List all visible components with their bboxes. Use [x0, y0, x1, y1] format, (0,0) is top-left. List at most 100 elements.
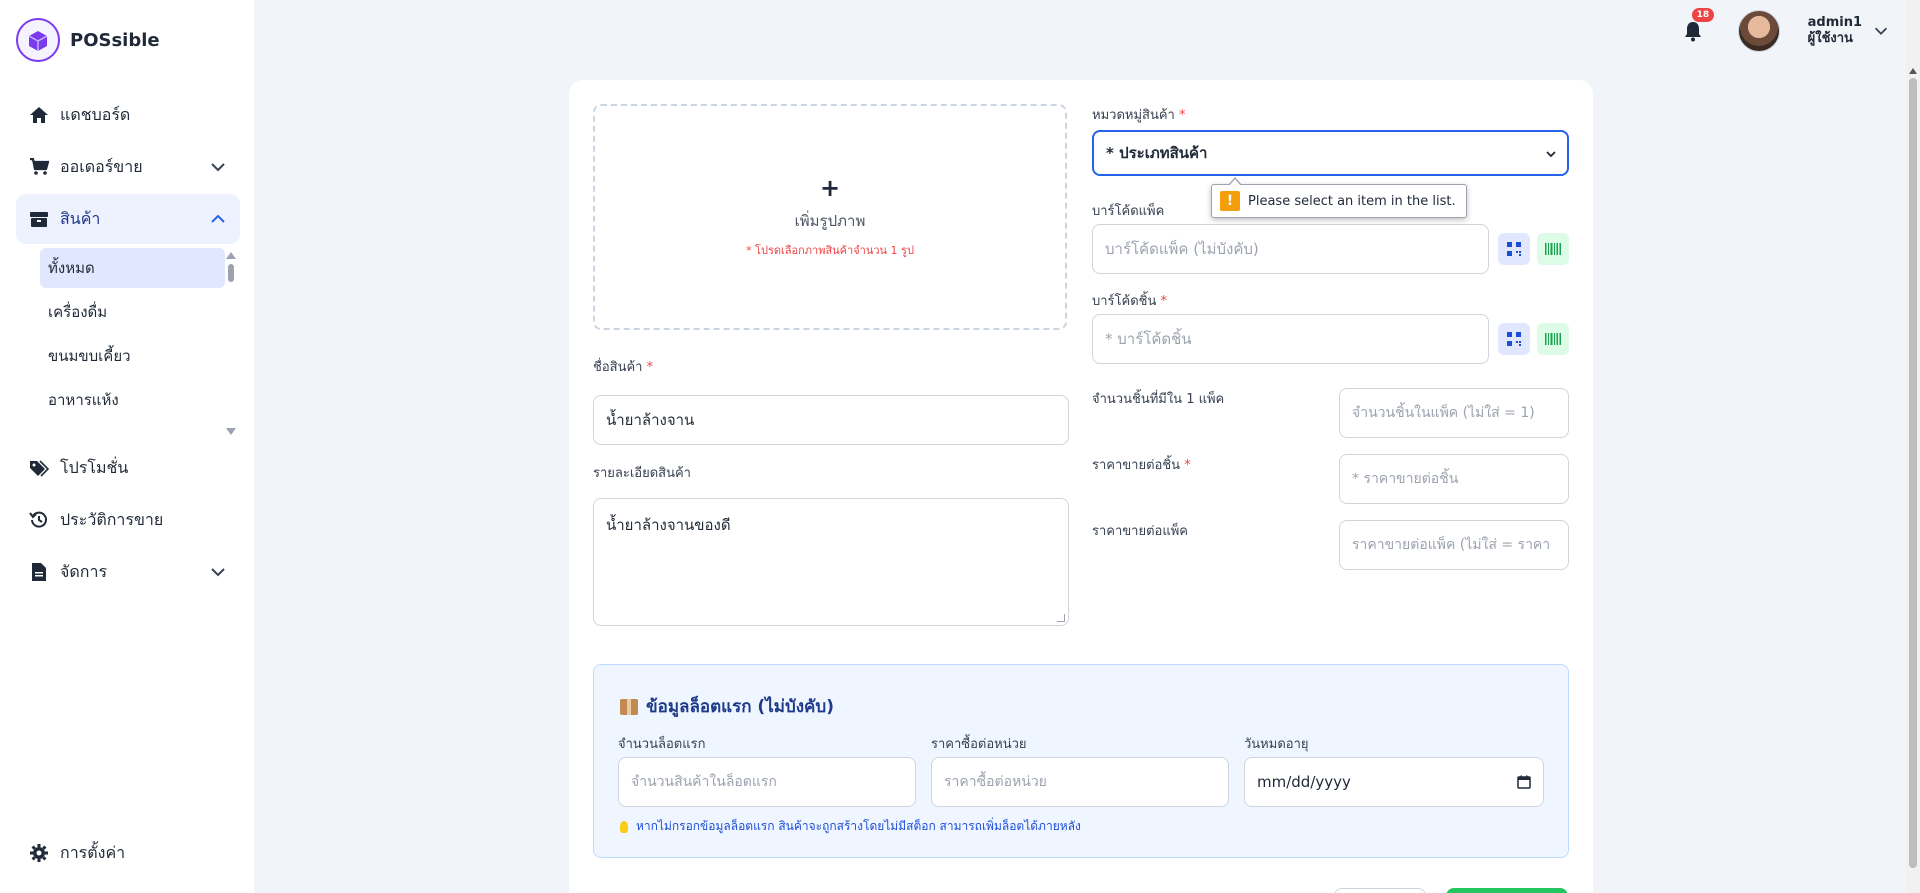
sidebar-item-sales-orders[interactable]: ออเดอร์ขาย [16, 142, 240, 192]
validation-tooltip-text: Please select an item in the list. [1248, 193, 1456, 209]
lot-cost-label: ราคาซื้อต่อหน่วย [931, 737, 1027, 752]
user-info[interactable]: admin1 ผู้ใช้งาน [1808, 15, 1862, 47]
unit-barcode-input[interactable]: * บาร์โค้ดชิ้น [1092, 314, 1489, 364]
chevron-down-icon[interactable] [208, 562, 228, 582]
sidebar-item-label: โปรโมชั่น [60, 457, 129, 477]
product-name-label: ชื่อสินค้า * [593, 356, 653, 377]
label-text: ชื่อสินค้า [593, 360, 643, 375]
lot-qty-label: จำนวนล็อตแรก [618, 737, 706, 752]
unit-price-label: ราคาขายต่อชิ้น * [1092, 454, 1191, 475]
lot-expiry-input[interactable]: mm/dd/yyyy [1244, 757, 1544, 807]
scroll-up-icon[interactable] [226, 252, 236, 259]
first-lot-note-text: หากไม่กรอกข้อมูลล็อตแรก สินค้าจะถูกสร้าง… [636, 819, 1081, 833]
scroll-up-icon[interactable] [1909, 68, 1917, 74]
home-icon [28, 104, 50, 126]
units-per-pack-label: จำนวนชิ้นที่มีใน 1 แพ็ค [1092, 392, 1225, 407]
sidebar-item-manage[interactable]: จัดการ [16, 547, 240, 597]
lightbulb-icon [620, 820, 628, 833]
warning-icon: ! [1220, 191, 1240, 211]
qr-scan-button[interactable] [1498, 323, 1530, 355]
calendar-icon[interactable] [1517, 775, 1531, 789]
chevron-down-icon [1546, 151, 1556, 158]
description-label: รายละเอียดสินค้า [593, 466, 691, 481]
units-per-pack-input[interactable]: จำนวนชิ้นในแพ็ค (ไม่ใส่ = 1) [1339, 388, 1569, 438]
document-icon [28, 561, 50, 583]
unit-barcode-label: บาร์โค้ดชิ้น * [1092, 290, 1167, 311]
subnav-scrollbar[interactable] [228, 264, 234, 282]
lot-qty-input[interactable]: จำนวนสินค้าในล็อตแรก [618, 757, 916, 807]
image-upload-dropzone[interactable]: + เพิ่มรูปภาพ * โปรดเลือกภาพสินค้าจำนวน … [593, 104, 1067, 330]
scroll-down-icon[interactable] [226, 428, 236, 435]
page-scrollbar[interactable] [1906, 0, 1920, 893]
tag-icon [28, 457, 50, 479]
pack-barcode-input[interactable]: บาร์โค้ดแพ็ค (ไม่บังคับ) [1092, 224, 1489, 274]
bell-icon [1684, 22, 1701, 42]
user-role: ผู้ใช้งาน [1807, 31, 1853, 46]
sidebar-item-sales-history[interactable]: ประวัติการขาย [16, 495, 240, 545]
sidebar-item-label: ออเดอร์ขาย [60, 156, 143, 176]
subnav-item-snacks[interactable]: ขนมขบเคี้ยว [40, 336, 225, 376]
subnav-item-all[interactable]: ทั้งหมด [40, 248, 225, 288]
first-lot-section: ข้อมูลล็อตแรก (ไม่บังคับ) จำนวนล็อตแรก จ… [593, 664, 1569, 858]
chevron-down-icon[interactable] [208, 157, 228, 177]
unit-price-input[interactable]: * ราคาขายต่อชิ้น [1339, 454, 1569, 504]
first-lot-title-text: ข้อมูลล็อตแรก (ไม่บังคับ) [646, 697, 834, 717]
first-lot-note: หากไม่กรอกข้อมูลล็อตแรก สินค้าจะถูกสร้าง… [620, 817, 1081, 836]
secondary-action-button[interactable] [1334, 888, 1426, 893]
lot-cost-input[interactable]: ราคาซื้อต่อหน่วย [931, 757, 1229, 807]
description-textarea[interactable]: น้ำยาล้างจานของดี [593, 498, 1069, 626]
barcode-icon [1545, 243, 1561, 255]
first-lot-title: ข้อมูลล็อตแรก (ไม่บังคับ) [620, 693, 834, 720]
sidebar-item-promotions[interactable]: โปรโมชั่น [16, 443, 240, 493]
lot-expiry-label: วันหมดอายุ [1244, 737, 1309, 752]
avatar[interactable] [1737, 10, 1780, 52]
pack-barcode-label: บาร์โค้ดแพ็ค [1092, 204, 1165, 219]
header-user-area: 18 admin1 ผู้ใช้งาน [1678, 8, 1890, 52]
plus-icon: + [819, 174, 841, 202]
sidebar-item-label: แดชบอร์ด [60, 104, 131, 124]
sidebar-nav: แดชบอร์ด ออเดอร์ขาย สินค้า [16, 90, 240, 246]
sidebar-item-settings[interactable]: การตั้งค่า [16, 828, 240, 878]
resize-handle[interactable] [1057, 614, 1065, 622]
chevron-down-icon[interactable] [1872, 22, 1890, 40]
user-name: admin1 [1807, 15, 1862, 30]
primary-action-button[interactable] [1446, 888, 1568, 893]
barcode-scan-button[interactable] [1537, 233, 1569, 265]
barcode-scan-button[interactable] [1537, 323, 1569, 355]
sidebar-nav-secondary: โปรโมชั่น ประวัติการขาย จัดการ [16, 443, 240, 599]
brand-name: POSsible [70, 29, 160, 51]
products-subnav: ทั้งหมด เครื่องดื่ม ขนมขบเคี้ยว อาหารแห้… [40, 248, 240, 435]
qr-code-icon [1507, 332, 1521, 346]
gear-icon [28, 842, 50, 864]
chevron-up-icon[interactable] [208, 209, 228, 229]
subnav-item-drinks[interactable]: เครื่องดื่ม [40, 292, 225, 332]
required-mark: * [1178, 108, 1186, 123]
product-name-input[interactable]: น้ำยาล้างจาน [593, 395, 1069, 445]
validation-tooltip: ! Please select an item in the list. [1211, 177, 1467, 218]
pack-price-input[interactable]: ราคาขายต่อแพ็ค (ไม่ใส่ = ราคา [1339, 520, 1569, 570]
page-scrollbar-thumb[interactable] [1909, 78, 1917, 868]
sidebar-item-label: สินค้า [60, 208, 101, 228]
qr-scan-button[interactable] [1498, 233, 1530, 265]
history-icon [28, 509, 50, 531]
label-text: บาร์โค้ดชิ้น [1092, 294, 1157, 309]
required-mark: * [1184, 458, 1191, 473]
description-text: น้ำยาล้างจานของดี [606, 516, 731, 534]
required-mark: * [646, 360, 654, 375]
sidebar-item-label: จัดการ [60, 561, 108, 581]
sidebar-item-products[interactable]: สินค้า [16, 194, 240, 244]
notification-badge: 18 [1691, 8, 1715, 22]
notification-button[interactable]: 18 [1678, 8, 1715, 46]
sidebar-item-dashboard[interactable]: แดชบอร์ด [16, 90, 240, 140]
box-icon [28, 208, 50, 230]
cart-icon [28, 156, 50, 178]
date-placeholder: mm/dd/yyyy [1257, 773, 1351, 791]
sidebar-item-label: การตั้งค่า [60, 842, 126, 862]
brand-logo [16, 18, 60, 62]
category-selected-value: * ประเภทสินค้า [1106, 144, 1208, 162]
image-upload-title: เพิ่มรูปภาพ [794, 212, 866, 230]
subnav-item-dry-food[interactable]: อาหารแห้ง [40, 380, 225, 420]
brand[interactable]: POSsible [16, 18, 160, 62]
category-select[interactable]: * ประเภทสินค้า [1092, 130, 1569, 176]
sidebar-settings-wrap: การตั้งค่า [16, 828, 240, 880]
